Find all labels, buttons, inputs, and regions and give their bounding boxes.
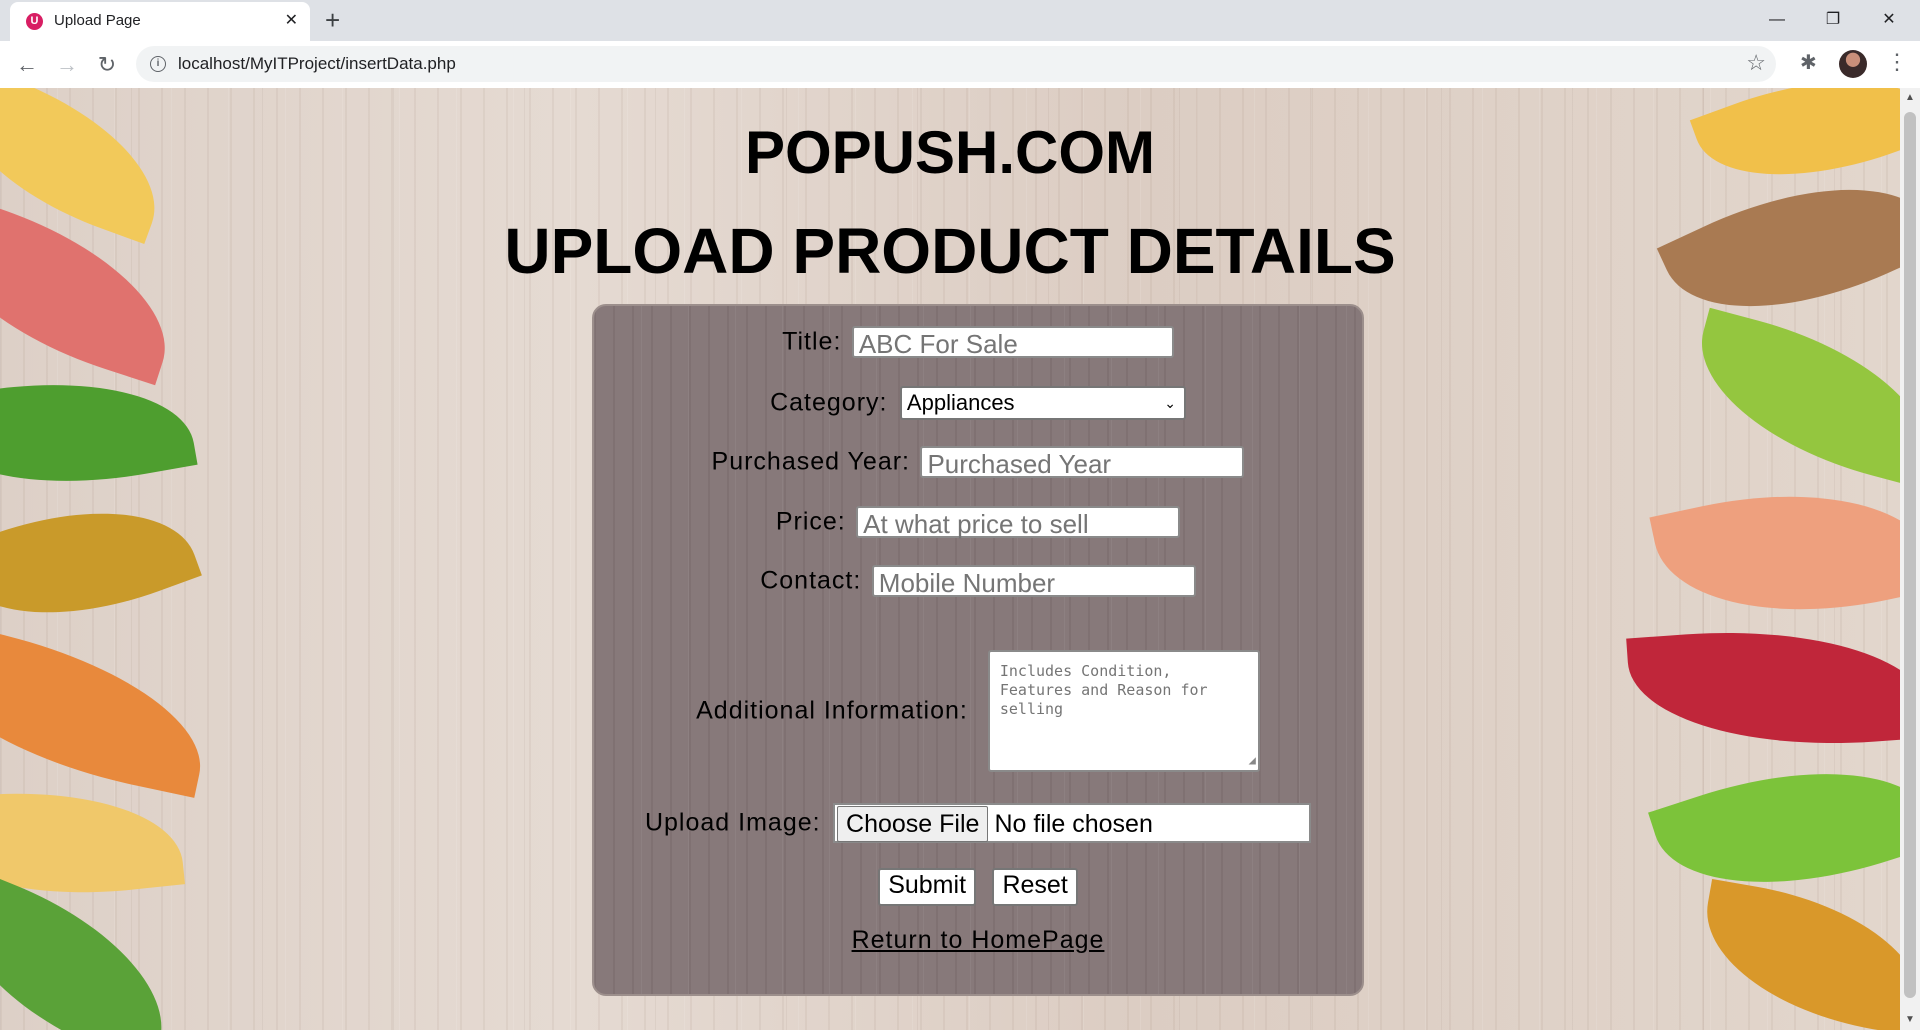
file-input: Choose File No file chosen — [833, 803, 1312, 843]
scroll-down-icon[interactable]: ▼ — [1905, 1014, 1915, 1025]
contact-label: Contact: — [760, 566, 862, 595]
info-row: Additional Information: Includes Conditio… — [594, 650, 1362, 772]
minimize-icon[interactable]: — — [1754, 4, 1800, 36]
extensions-icon[interactable]: ✱ — [1800, 50, 1817, 75]
category-value: Appliances — [906, 390, 1015, 415]
favicon-icon: U — [26, 13, 43, 30]
reload-icon[interactable]: ↻ — [92, 50, 122, 80]
price-row: Price: At what price to sell — [594, 506, 1362, 539]
url-text[interactable]: localhost/MyITProject/insertData.php — [178, 54, 456, 74]
scroll-up-icon[interactable]: ▲ — [1905, 92, 1915, 103]
title-row: Title: ABC For Sale — [594, 326, 1362, 359]
category-row: Category: Appliances ⌄ — [594, 386, 1362, 420]
window-close-icon[interactable]: ✕ — [1866, 4, 1912, 36]
bookmark-star-icon[interactable]: ☆ — [1746, 50, 1766, 76]
year-label: Purchased Year: — [711, 447, 911, 476]
leaf-decoration — [1649, 461, 1900, 645]
image-label: Upload Image: — [644, 808, 821, 837]
new-tab-icon[interactable]: + — [325, 6, 340, 34]
restore-icon[interactable]: ❐ — [1810, 4, 1856, 36]
year-row: Purchased Year: Purchased Year — [594, 446, 1362, 479]
resize-handle-icon[interactable]: ◢ — [1249, 751, 1256, 770]
button-row: Submit Reset — [594, 868, 1362, 906]
submit-button[interactable]: Submit — [878, 868, 977, 906]
year-input[interactable]: Purchased Year — [920, 446, 1245, 479]
browser-tab[interactable]: U Upload Page ✕ — [10, 2, 310, 41]
choose-file-button[interactable]: Choose File — [837, 806, 989, 842]
info-placeholder: Includes Condition, Features and Reason … — [999, 662, 1208, 718]
browser-chrome: U Upload Page ✕ + — ❐ ✕ ← → ↻ i localhos… — [0, 0, 1920, 89]
home-link-row: Return to HomePage — [594, 926, 1362, 955]
title-label: Title: — [782, 327, 842, 356]
back-icon[interactable]: ← — [12, 50, 42, 80]
leaf-decoration — [0, 356, 198, 510]
profile-avatar[interactable] — [1839, 50, 1867, 78]
title-input[interactable]: ABC For Sale — [851, 326, 1174, 359]
leaf-decoration — [1626, 617, 1900, 759]
leaf-decoration — [1678, 307, 1900, 489]
price-label: Price: — [775, 507, 846, 536]
tab-strip: U Upload Page ✕ + — ❐ ✕ — [0, 0, 1920, 41]
browser-menu-icon[interactable]: ⋮ — [1886, 49, 1908, 75]
tab-close-icon[interactable]: ✕ — [285, 10, 298, 30]
file-status: No file chosen — [994, 810, 1153, 838]
return-home-link[interactable]: Return to HomePage — [852, 926, 1105, 954]
upload-form: Title: ABC For Sale Category: Appliances… — [592, 304, 1364, 996]
info-textarea[interactable]: Includes Condition, Features and Reason … — [987, 650, 1260, 772]
reset-button[interactable]: Reset — [992, 868, 1078, 906]
leaf-decoration — [0, 618, 220, 798]
address-bar[interactable]: i localhost/MyITProject/insertData.php ☆ — [136, 46, 1776, 82]
leaf-decoration — [1691, 878, 1900, 1030]
contact-input[interactable]: Mobile Number — [871, 565, 1196, 598]
tab-title: Upload Page — [54, 12, 141, 29]
page-scrollbar[interactable]: ▲ ▼ — [1900, 88, 1920, 1030]
page-heading: UPLOAD PRODUCT DETAILS — [504, 215, 1396, 287]
scroll-thumb[interactable] — [1904, 112, 1916, 998]
info-label: Additional Information: — [696, 696, 968, 725]
site-title: POPUSH.COM — [744, 119, 1156, 186]
image-row: Upload Image: Choose File No file chosen — [594, 803, 1362, 843]
category-select[interactable]: Appliances ⌄ — [899, 386, 1186, 420]
chevron-down-icon: ⌄ — [1164, 395, 1176, 411]
page-viewport: POPUSH.COM UPLOAD PRODUCT DETAILS Title:… — [0, 88, 1900, 1030]
forward-icon[interactable]: → — [52, 50, 82, 80]
price-input[interactable]: At what price to sell — [856, 506, 1181, 539]
contact-row: Contact: Mobile Number — [594, 565, 1362, 598]
browser-toolbar: ← → ↻ i localhost/MyITProject/insertData… — [0, 41, 1920, 89]
site-info-icon[interactable]: i — [150, 56, 166, 72]
category-label: Category: — [770, 388, 888, 417]
leaf-decoration — [0, 471, 202, 655]
